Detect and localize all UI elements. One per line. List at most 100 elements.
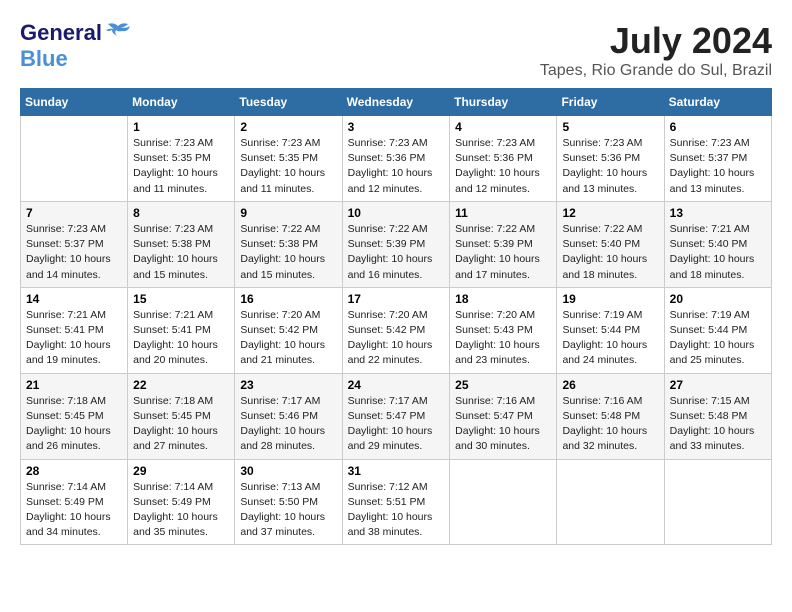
col-monday: Monday — [128, 89, 235, 116]
calendar-cell: 30 Sunrise: 7:13 AMSunset: 5:50 PMDayligh… — [235, 459, 342, 545]
calendar-header: Sunday Monday Tuesday Wednesday Thursday… — [21, 89, 772, 116]
calendar-cell: 22 Sunrise: 7:18 AMSunset: 5:45 PMDayligh… — [128, 373, 235, 459]
calendar-cell: 11Sunrise: 7:22 AMSunset: 5:39 PMDayligh… — [450, 201, 557, 287]
calendar-week-row: 1 Sunrise: 7:23 AMSunset: 5:35 PMDaylight… — [21, 116, 772, 202]
day-info: Sunrise: 7:23 AMSunset: 5:37 PMDaylight:… — [26, 222, 122, 283]
calendar-cell: 28 Sunrise: 7:14 AMSunset: 5:49 PMDayligh… — [21, 459, 128, 545]
day-number: 19 — [562, 292, 658, 306]
col-sunday: Sunday — [21, 89, 128, 116]
calendar-cell: 25 Sunrise: 7:16 AMSunset: 5:47 PMDayligh… — [450, 373, 557, 459]
calendar-cell: 2 Sunrise: 7:23 AMSunset: 5:35 PMDaylight… — [235, 116, 342, 202]
day-number: 6 — [670, 120, 766, 134]
calendar-cell: 5Sunrise: 7:23 AMSunset: 5:36 PMDaylight… — [557, 116, 664, 202]
calendar-cell: 19 Sunrise: 7:19 AMSunset: 5:44 PMDayligh… — [557, 287, 664, 373]
col-wednesday: Wednesday — [342, 89, 450, 116]
col-friday: Friday — [557, 89, 664, 116]
day-number: 25 — [455, 378, 551, 392]
calendar-cell: 8Sunrise: 7:23 AMSunset: 5:38 PMDaylight… — [128, 201, 235, 287]
day-info: Sunrise: 7:19 AMSunset: 5:44 PMDaylight:… — [670, 308, 766, 369]
calendar-cell: 31 Sunrise: 7:12 AMSunset: 5:51 PMDayligh… — [342, 459, 450, 545]
day-info: Sunrise: 7:17 AMSunset: 5:47 PMDaylight:… — [348, 394, 445, 455]
day-info: Sunrise: 7:13 AMSunset: 5:50 PMDaylight:… — [240, 480, 336, 541]
calendar-cell: 26Sunrise: 7:16 AMSunset: 5:48 PMDayligh… — [557, 373, 664, 459]
header-row: Sunday Monday Tuesday Wednesday Thursday… — [21, 89, 772, 116]
col-tuesday: Tuesday — [235, 89, 342, 116]
day-info: Sunrise: 7:16 AMSunset: 5:47 PMDaylight:… — [455, 394, 551, 455]
calendar-cell: 6 Sunrise: 7:23 AMSunset: 5:37 PMDaylight… — [664, 116, 771, 202]
month-year-title: July 2024 — [540, 20, 772, 62]
calendar-cell: 21Sunrise: 7:18 AMSunset: 5:45 PMDayligh… — [21, 373, 128, 459]
calendar-cell: 9Sunrise: 7:22 AMSunset: 5:38 PMDaylight… — [235, 201, 342, 287]
calendar-cell: 3 Sunrise: 7:23 AMSunset: 5:36 PMDaylight… — [342, 116, 450, 202]
calendar-cell — [450, 459, 557, 545]
day-info: Sunrise: 7:19 AMSunset: 5:44 PMDaylight:… — [562, 308, 658, 369]
calendar-cell: 1Sunrise: 7:23 AMSunset: 5:35 PMDaylight… — [128, 116, 235, 202]
day-number: 23 — [240, 378, 336, 392]
logo-bird-icon — [104, 22, 132, 44]
day-info: Sunrise: 7:20 AMSunset: 5:43 PMDaylight:… — [455, 308, 551, 369]
day-info: Sunrise: 7:12 AMSunset: 5:51 PMDaylight:… — [348, 480, 445, 541]
calendar-cell: 13Sunrise: 7:21 AMSunset: 5:40 PMDayligh… — [664, 201, 771, 287]
calendar-cell: 14 Sunrise: 7:21 AMSunset: 5:41 PMDayligh… — [21, 287, 128, 373]
calendar-cell: 12 Sunrise: 7:22 AMSunset: 5:40 PMDayligh… — [557, 201, 664, 287]
calendar-cell — [557, 459, 664, 545]
day-number: 17 — [348, 292, 445, 306]
calendar-cell: 18Sunrise: 7:20 AMSunset: 5:43 PMDayligh… — [450, 287, 557, 373]
day-number: 28 — [26, 464, 122, 478]
page-header: General Blue July 2024 Tapes, Rio Grande… — [20, 20, 772, 80]
day-number: 14 — [26, 292, 122, 306]
calendar-cell: 20 Sunrise: 7:19 AMSunset: 5:44 PMDayligh… — [664, 287, 771, 373]
day-info: Sunrise: 7:23 AMSunset: 5:35 PMDaylight:… — [240, 136, 336, 197]
day-info: Sunrise: 7:22 AMSunset: 5:40 PMDaylight:… — [562, 222, 658, 283]
calendar-cell: 10Sunrise: 7:22 AMSunset: 5:39 PMDayligh… — [342, 201, 450, 287]
calendar-cell — [21, 116, 128, 202]
logo-general-text: General — [20, 20, 102, 46]
calendar-cell: 7Sunrise: 7:23 AMSunset: 5:37 PMDaylight… — [21, 201, 128, 287]
calendar-cell: 29 Sunrise: 7:14 AMSunset: 5:49 PMDayligh… — [128, 459, 235, 545]
calendar-week-row: 21Sunrise: 7:18 AMSunset: 5:45 PMDayligh… — [21, 373, 772, 459]
col-thursday: Thursday — [450, 89, 557, 116]
col-saturday: Saturday — [664, 89, 771, 116]
day-info: Sunrise: 7:23 AMSunset: 5:37 PMDaylight:… — [670, 136, 766, 197]
calendar-week-row: 14 Sunrise: 7:21 AMSunset: 5:41 PMDayligh… — [21, 287, 772, 373]
day-info: Sunrise: 7:20 AMSunset: 5:42 PMDaylight:… — [348, 308, 445, 369]
calendar-cell: 24 Sunrise: 7:17 AMSunset: 5:47 PMDayligh… — [342, 373, 450, 459]
calendar-week-row: 7Sunrise: 7:23 AMSunset: 5:37 PMDaylight… — [21, 201, 772, 287]
day-number: 1 — [133, 120, 229, 134]
day-info: Sunrise: 7:22 AMSunset: 5:39 PMDaylight:… — [455, 222, 551, 283]
day-number: 20 — [670, 292, 766, 306]
day-info: Sunrise: 7:18 AMSunset: 5:45 PMDaylight:… — [133, 394, 229, 455]
day-number: 24 — [348, 378, 445, 392]
calendar-table: Sunday Monday Tuesday Wednesday Thursday… — [20, 88, 772, 545]
day-number: 30 — [240, 464, 336, 478]
logo-blue-text: Blue — [20, 46, 68, 71]
day-number: 16 — [240, 292, 336, 306]
day-number: 2 — [240, 120, 336, 134]
day-info: Sunrise: 7:17 AMSunset: 5:46 PMDaylight:… — [240, 394, 336, 455]
day-info: Sunrise: 7:14 AMSunset: 5:49 PMDaylight:… — [133, 480, 229, 541]
day-info: Sunrise: 7:21 AMSunset: 5:41 PMDaylight:… — [26, 308, 122, 369]
day-info: Sunrise: 7:14 AMSunset: 5:49 PMDaylight:… — [26, 480, 122, 541]
day-number: 10 — [348, 206, 445, 220]
day-info: Sunrise: 7:23 AMSunset: 5:36 PMDaylight:… — [562, 136, 658, 197]
day-number: 29 — [133, 464, 229, 478]
day-info: Sunrise: 7:21 AMSunset: 5:41 PMDaylight:… — [133, 308, 229, 369]
logo: General Blue — [20, 20, 132, 72]
day-info: Sunrise: 7:18 AMSunset: 5:45 PMDaylight:… — [26, 394, 122, 455]
day-number: 22 — [133, 378, 229, 392]
calendar-cell — [664, 459, 771, 545]
calendar-cell: 23 Sunrise: 7:17 AMSunset: 5:46 PMDayligh… — [235, 373, 342, 459]
day-number: 13 — [670, 206, 766, 220]
day-info: Sunrise: 7:23 AMSunset: 5:36 PMDaylight:… — [455, 136, 551, 197]
day-number: 3 — [348, 120, 445, 134]
day-number: 15 — [133, 292, 229, 306]
day-number: 12 — [562, 206, 658, 220]
day-info: Sunrise: 7:15 AMSunset: 5:48 PMDaylight:… — [670, 394, 766, 455]
calendar-cell: 4Sunrise: 7:23 AMSunset: 5:36 PMDaylight… — [450, 116, 557, 202]
day-info: Sunrise: 7:23 AMSunset: 5:36 PMDaylight:… — [348, 136, 445, 197]
day-info: Sunrise: 7:23 AMSunset: 5:38 PMDaylight:… — [133, 222, 229, 283]
calendar-cell: 16Sunrise: 7:20 AMSunset: 5:42 PMDayligh… — [235, 287, 342, 373]
day-info: Sunrise: 7:16 AMSunset: 5:48 PMDaylight:… — [562, 394, 658, 455]
title-section: July 2024 Tapes, Rio Grande do Sul, Braz… — [540, 20, 772, 80]
day-number: 31 — [348, 464, 445, 478]
